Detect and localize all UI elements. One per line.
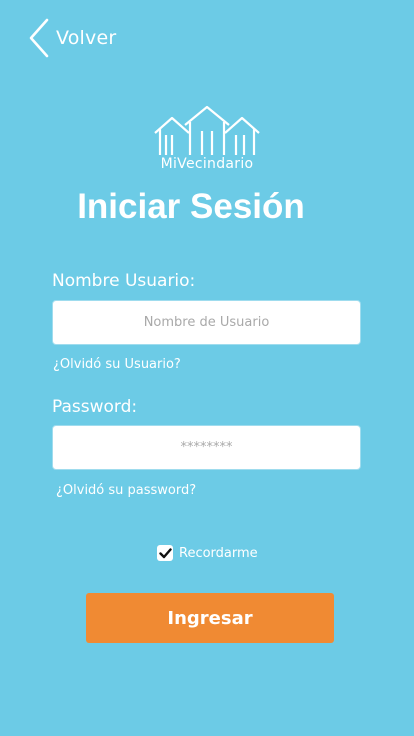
logo-text: MiVecindario	[160, 156, 254, 172]
remember-checkbox[interactable]	[157, 545, 173, 561]
app-logo: MiVecindario	[152, 105, 262, 177]
username-input[interactable]	[52, 300, 361, 345]
remember-label: Recordarme	[179, 545, 258, 561]
password-label: Password:	[52, 397, 138, 417]
forgot-password-link[interactable]: ¿Olvidó su password?	[56, 483, 196, 498]
back-button[interactable]: Volver	[28, 16, 116, 60]
password-input[interactable]	[52, 425, 361, 470]
checkmark-icon	[158, 547, 172, 559]
page-title: Iniciar Sesión	[77, 187, 305, 226]
login-button[interactable]: Ingresar	[86, 593, 334, 643]
username-label: Nombre Usuario:	[52, 271, 196, 291]
houses-icon	[152, 105, 262, 157]
back-label: Volver	[56, 27, 117, 49]
remember-me[interactable]: Recordarme	[157, 545, 258, 561]
chevron-left-icon	[28, 18, 50, 58]
forgot-username-link[interactable]: ¿Olvidó su Usuario?	[53, 357, 181, 372]
